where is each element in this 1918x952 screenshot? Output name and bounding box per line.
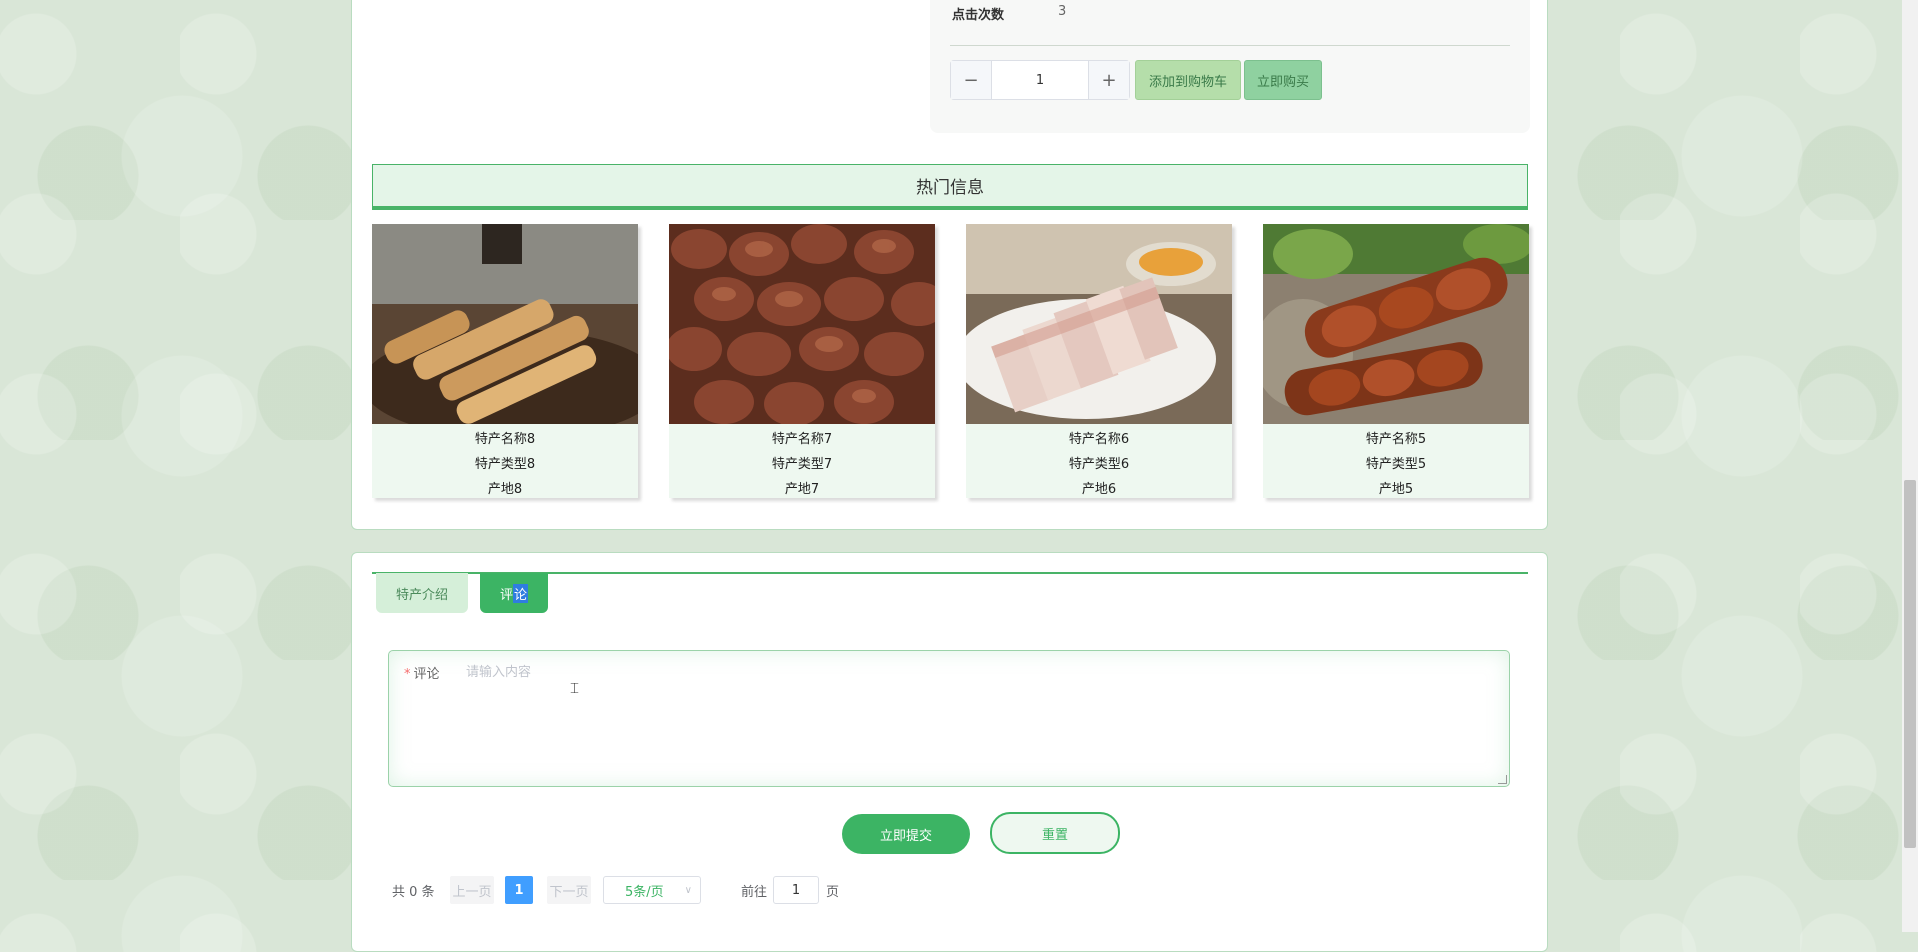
click-count-value: 3 — [1058, 4, 1067, 19]
tab-comment-label-selected: 论 — [513, 583, 529, 603]
hot-item-name: 特产名称7 — [771, 432, 833, 447]
text-cursor-icon: ⌶ — [570, 679, 580, 697]
hot-item-origin: 产地8 — [487, 482, 523, 497]
next-page-button[interactable]: 下一页 — [547, 876, 591, 904]
add-to-cart-button[interactable]: 添加到购物车 — [1135, 60, 1241, 100]
hot-info-header: 热门信息 — [372, 164, 1528, 210]
comment-field[interactable]: * 评论 — [388, 650, 1510, 787]
goto-page-input[interactable] — [773, 876, 819, 904]
pagination-total: 共 0 条 — [392, 884, 435, 900]
product-image-pecan-nuts[interactable] — [669, 224, 935, 424]
hot-item-origin: 产地6 — [1081, 482, 1117, 497]
comment-label-text: 评论 — [413, 667, 440, 682]
product-image-sliced-pork[interactable] — [966, 224, 1232, 424]
chevron-down-icon: ∨ — [684, 884, 692, 896]
product-detail-card: 点击次数 3 − + 添加到购物车 立即购买 热门信息 — [351, 0, 1548, 530]
goto-label: 前往 — [741, 884, 768, 900]
decrease-quantity-button[interactable]: − — [951, 61, 992, 99]
page-suffix: 页 — [826, 884, 840, 900]
hot-item-name: 特产名称8 — [474, 432, 536, 447]
tab-comment-label: 评 — [499, 587, 513, 603]
buy-now-button[interactable]: 立即购买 — [1244, 60, 1322, 100]
hot-item-origin: 产地7 — [784, 482, 820, 497]
submit-button[interactable]: 立即提交 — [842, 814, 970, 854]
resize-handle-icon[interactable] — [1498, 775, 1507, 784]
hot-item-type: 特产类型6 — [1068, 457, 1130, 472]
page-size-value: 5条/页 — [625, 884, 664, 900]
hot-item-type: 特产类型7 — [771, 457, 833, 472]
hot-item-type: 特产类型5 — [1365, 457, 1427, 472]
detail-tabs-card: 特产介绍 评论 *评论 ⌶ 立即提交 重置 共 0 条 上一页 1 下一页 5条… — [351, 552, 1548, 952]
hot-item-name: 特产名称6 — [1068, 432, 1130, 447]
product-image-tamarind[interactable] — [1263, 224, 1529, 424]
scrollbar-thumb[interactable] — [1904, 480, 1916, 848]
hot-item[interactable]: 特产名称5 特产类型5 产地5 — [1263, 224, 1529, 498]
comment-textarea[interactable] — [464, 659, 1488, 773]
hot-item[interactable]: 特产名称8 特产类型8 产地8 — [372, 224, 638, 498]
page-number-1[interactable]: 1 — [505, 876, 533, 904]
click-count-label: 点击次数 — [952, 8, 1005, 23]
product-info-panel: 点击次数 3 − + 添加到购物车 立即购买 — [930, 0, 1530, 133]
reset-button[interactable]: 重置 — [990, 812, 1120, 854]
quantity-stepper[interactable]: − + — [950, 60, 1130, 100]
hot-item-origin: 产地5 — [1378, 482, 1414, 497]
hot-item-type: 特产类型8 — [474, 457, 536, 472]
prev-page-button[interactable]: 上一页 — [450, 876, 494, 904]
tab-product-intro[interactable]: 特产介绍 — [376, 573, 468, 613]
quantity-input[interactable] — [992, 61, 1088, 99]
hot-item[interactable]: 特产名称6 特产类型6 产地6 — [966, 224, 1232, 498]
increase-quantity-button[interactable]: + — [1088, 61, 1129, 99]
page-size-select[interactable]: 5条/页 ∨ — [603, 876, 701, 904]
hot-item[interactable]: 特产名称7 特产类型7 产地7 — [669, 224, 935, 498]
comment-label: * 评论 — [404, 663, 440, 682]
scrollbar[interactable] — [1902, 0, 1918, 932]
divider — [950, 45, 1510, 46]
required-mark: * — [404, 667, 411, 682]
hot-item-name: 特产名称5 — [1365, 432, 1427, 447]
product-image-sesame-candy[interactable] — [372, 224, 638, 424]
tab-comment[interactable]: 评论 — [480, 573, 548, 613]
